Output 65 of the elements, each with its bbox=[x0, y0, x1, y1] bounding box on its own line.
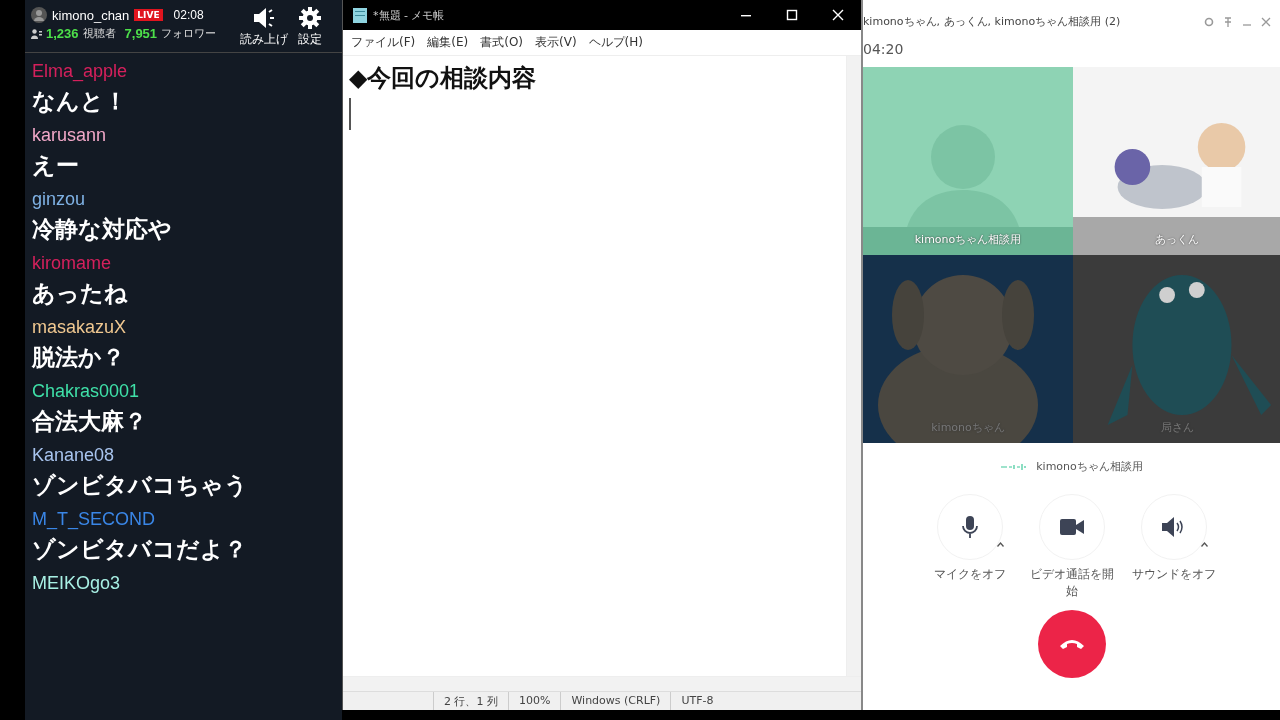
viewers-icon bbox=[31, 28, 42, 39]
chat-username: M_T_SECOND bbox=[32, 509, 157, 530]
menu-item[interactable]: 編集(E) bbox=[423, 32, 473, 53]
channel-name: kimono_chan bbox=[52, 7, 130, 23]
live-badge: LIVE bbox=[134, 9, 163, 21]
phone-icon bbox=[1059, 638, 1085, 650]
menu-item[interactable]: 表示(V) bbox=[531, 32, 581, 53]
chat-username: ginzou bbox=[32, 189, 87, 210]
participant-name: あっくん bbox=[1155, 232, 1199, 247]
chat-username: Kanane08 bbox=[32, 445, 116, 466]
maximize-icon bbox=[786, 9, 798, 21]
read-aloud-button[interactable]: 読み上げ bbox=[240, 7, 288, 48]
control-label: ビデオ通話を開始 bbox=[1029, 566, 1115, 600]
chat-username: Elma_apple bbox=[32, 61, 129, 82]
avatar-icon bbox=[31, 7, 47, 23]
close-icon bbox=[832, 9, 844, 21]
notepad-icon bbox=[353, 7, 367, 23]
chat-username: kiromame bbox=[32, 253, 112, 274]
settings-button[interactable]: 設定 bbox=[298, 7, 322, 48]
chat-message: 合法大麻？ bbox=[32, 407, 148, 436]
follower-count: 7,951 bbox=[124, 26, 158, 41]
microphone-icon bbox=[961, 516, 979, 538]
caret-icon[interactable] bbox=[1201, 542, 1208, 547]
viewer-count: 1,236 bbox=[46, 26, 79, 41]
status-item: 100% bbox=[508, 692, 561, 710]
speaker-name: kimonoちゃん相談用 bbox=[1036, 459, 1143, 474]
close-icon[interactable] bbox=[1261, 16, 1271, 27]
chat-message: なんと！ bbox=[32, 87, 128, 116]
settings-icon bbox=[299, 7, 321, 29]
text-area[interactable]: ◆今回の相談内容 bbox=[343, 56, 846, 676]
call-title: kimonoちゃん, あっくん, kimonoちゃん相談用 (2) bbox=[863, 14, 1121, 29]
vertical-scrollbar[interactable] bbox=[846, 56, 861, 676]
participant-name: kimonoちゃん相談用 bbox=[914, 232, 1022, 247]
chat-username: karusann bbox=[32, 125, 108, 146]
settings-icon[interactable] bbox=[1204, 16, 1214, 27]
menu-item[interactable]: ヘルプ(H) bbox=[584, 32, 647, 53]
menu-item[interactable]: 書式(O) bbox=[476, 32, 528, 53]
chat-message: ゾンビタバコだよ？ bbox=[32, 535, 248, 564]
chat-username: MEIKOgo3 bbox=[32, 573, 122, 594]
control-label: サウンドをオフ bbox=[1131, 566, 1217, 583]
control-label: マイクをオフ bbox=[933, 566, 1007, 583]
status-item: Windows (CRLF) bbox=[560, 692, 671, 710]
chat-username: masakazuX bbox=[32, 317, 128, 338]
chat-username: Chakras0001 bbox=[32, 381, 141, 402]
chat-message: 脱法か？ bbox=[32, 343, 126, 372]
horizontal-scrollbar[interactable] bbox=[343, 676, 861, 691]
caret-icon[interactable] bbox=[997, 542, 1004, 547]
text-cursor bbox=[349, 98, 351, 130]
elapsed-time: 02:08 bbox=[173, 8, 204, 22]
document-line: ◆今回の相談内容 bbox=[349, 63, 538, 94]
viewer-label: 視聴者 bbox=[82, 26, 116, 41]
chat-message: えー bbox=[32, 151, 80, 180]
call-timer: 04:20 bbox=[863, 41, 905, 57]
menu-item[interactable]: ファイル(F) bbox=[347, 32, 420, 53]
status-item: 2 行、1 列 bbox=[433, 692, 508, 710]
status-item: UTF-8 bbox=[670, 692, 724, 710]
video-camera-icon bbox=[1060, 519, 1084, 535]
chat-message: 冷静な対応や bbox=[32, 215, 173, 244]
window-title: *無題 - メモ帳 bbox=[373, 7, 446, 23]
speaker-icon bbox=[252, 7, 276, 29]
chat-message: ゾンビタバコちゃう bbox=[32, 471, 249, 500]
follower-label: フォロワー bbox=[161, 26, 217, 41]
chat-message: あったね bbox=[32, 279, 129, 308]
speaker-icon bbox=[1162, 517, 1186, 537]
pin-icon[interactable] bbox=[1223, 16, 1233, 27]
